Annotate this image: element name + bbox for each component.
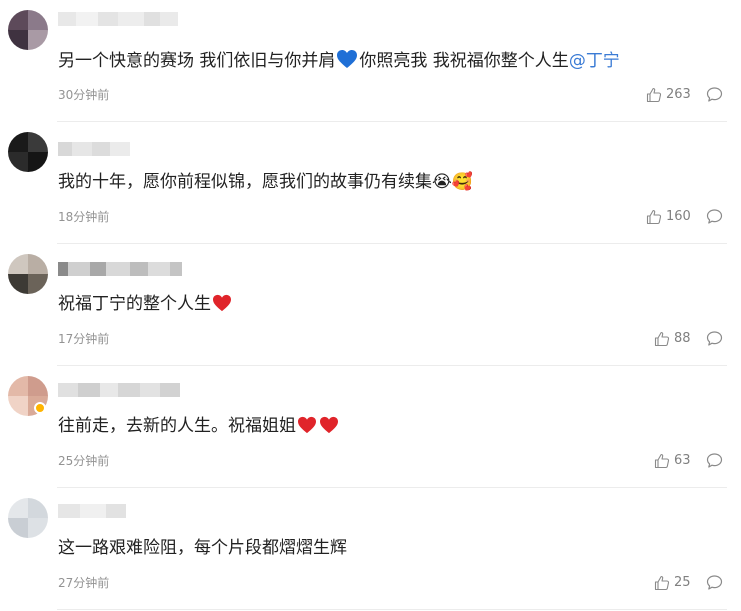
comment-time: 27分钟前 <box>58 576 110 590</box>
username-blurred[interactable] <box>58 383 180 397</box>
comment-bubble-icon[interactable] <box>706 86 723 103</box>
like-count: 263 <box>666 87 691 102</box>
comment-bubble-icon[interactable] <box>706 330 723 347</box>
comment-text: 另一个快意的赛场 我们依旧与你并肩 你照亮我 我祝福你整个人生@丁宁 <box>58 49 620 75</box>
like-count: 88 <box>674 331 691 346</box>
comment-text: 祝福丁宁的整个人生 <box>58 293 233 318</box>
comment-text: 我的十年，愿你前程似锦，愿我们的故事仍有续集😭🥰 <box>58 171 473 193</box>
avatar[interactable] <box>8 10 48 50</box>
kiss-emoji: 🥰 <box>451 172 474 192</box>
comment-text-part: 另一个快意的赛场 我们依旧与你并肩 <box>58 51 336 71</box>
like-button[interactable]: 25 <box>654 574 691 592</box>
divider <box>57 609 727 610</box>
comment-text-part: 你照亮我 我祝福你整个人生 <box>359 51 569 71</box>
like-count: 63 <box>674 453 691 468</box>
avatar[interactable] <box>8 498 48 538</box>
like-button[interactable]: 88 <box>654 330 691 348</box>
crying-emoji: 😭 <box>432 172 452 192</box>
avatar[interactable] <box>8 132 48 172</box>
heart-icon <box>336 49 358 75</box>
comment-item: 往前走，去新的人生。祝福姐姐 25分钟前 63 <box>0 366 741 488</box>
comment-item: 祝福丁宁的整个人生 17分钟前 88 <box>0 244 741 366</box>
comment-text-part: 祝福丁宁的整个人生 <box>58 294 211 314</box>
comment-text: 往前走，去新的人生。祝福姐姐 <box>58 415 340 440</box>
username-blurred[interactable] <box>58 142 130 156</box>
comment-text-part: 我的十年，愿你前程似锦，愿我们的故事仍有续集 <box>58 172 432 192</box>
like-button[interactable]: 160 <box>646 208 691 226</box>
comment-time: 25分钟前 <box>58 454 110 468</box>
comment-item: 我的十年，愿你前程似锦，愿我们的故事仍有续集😭🥰 18分钟前 160 <box>0 122 741 244</box>
comment-item: 这一路艰难险阻，每个片段都熠熠生辉 27分钟前 25 <box>0 488 741 610</box>
heart-icon <box>319 416 339 440</box>
thumbs-up-icon <box>646 209 662 225</box>
like-count: 160 <box>666 209 691 224</box>
thumbs-up-icon <box>654 331 670 347</box>
like-button[interactable]: 63 <box>654 452 691 470</box>
like-button[interactable]: 263 <box>646 86 691 104</box>
comment-text: 这一路艰难险阻，每个片段都熠熠生辉 <box>58 538 347 558</box>
comment-time: 18分钟前 <box>58 210 110 224</box>
comment-bubble-icon[interactable] <box>706 452 723 469</box>
username-blurred[interactable] <box>58 262 182 276</box>
username-blurred[interactable] <box>58 504 126 518</box>
username-blurred[interactable] <box>58 12 178 26</box>
comment-bubble-icon[interactable] <box>706 208 723 225</box>
comment-item: 另一个快意的赛场 我们依旧与你并肩 你照亮我 我祝福你整个人生@丁宁 30分钟前 … <box>0 0 741 122</box>
avatar[interactable] <box>8 254 48 294</box>
comment-bubble-icon[interactable] <box>706 574 723 591</box>
comment-time: 17分钟前 <box>58 332 110 346</box>
comment-text-part: 往前走，去新的人生。祝福姐姐 <box>58 416 296 436</box>
thumbs-up-icon <box>646 87 662 103</box>
heart-icon <box>297 416 317 440</box>
mention-link[interactable]: @丁宁 <box>569 51 620 71</box>
comment-time: 30分钟前 <box>58 88 110 102</box>
verified-badge-icon <box>34 402 46 414</box>
thumbs-up-icon <box>654 575 670 591</box>
like-count: 25 <box>674 575 691 590</box>
thumbs-up-icon <box>654 453 670 469</box>
heart-icon <box>212 294 232 318</box>
